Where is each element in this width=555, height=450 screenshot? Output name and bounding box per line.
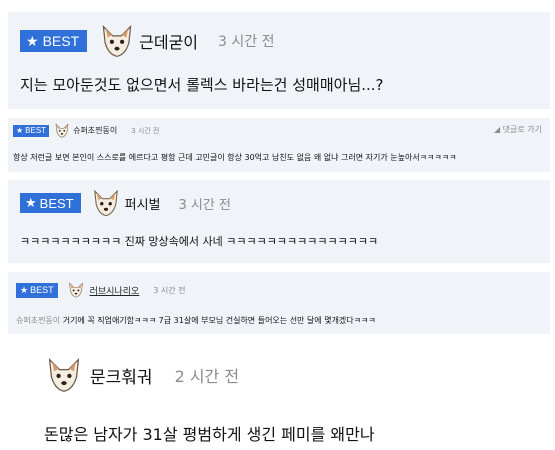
nickname[interactable]: 퍼시벌 <box>125 194 161 213</box>
timestamp: 2 시간 전 <box>174 367 240 386</box>
dog-avatar[interactable] <box>44 357 84 393</box>
reply-to-nickname[interactable]: 슈퍼초찐동이 <box>16 316 60 325</box>
comment-card: ★ BEST 퍼시벌 3 시간 전 ㅋㅋㅋㅋㅋㅋㅋㅋㅋㅋ 진짜 망상속에서 사네… <box>8 180 550 263</box>
comment-card: ★ BEST 러브시나리오 3 시간 전 슈퍼초찐동이 거기에 꼭 직업애기함ㅋ… <box>8 272 550 334</box>
dog-avatar[interactable] <box>99 24 135 58</box>
comment-header: ★ BEST 슈퍼초찐동이 3 시간 전 <box>13 123 159 138</box>
best-badge: ★ BEST <box>13 124 50 137</box>
comment-text: 항상 저런글 보면 본인이 스스로를 에르다고 평함 근데 고민글이 항상 30… <box>13 153 457 162</box>
dog-avatar[interactable] <box>54 123 70 138</box>
star-icon: ★ <box>26 32 39 49</box>
comment-text: 돈많은 남자가 31살 평범하게 생긴 페미를 왜만나 <box>44 425 375 444</box>
reply-icon: ◢ <box>493 125 501 134</box>
best-badge: ★ BEST <box>20 193 81 213</box>
star-icon: ★ <box>20 284 29 295</box>
dog-avatar[interactable] <box>66 282 86 298</box>
best-badge: ★ BEST <box>16 282 58 298</box>
timestamp: 3 시간 전 <box>218 34 275 50</box>
timestamp: 3 시간 전 <box>153 285 186 295</box>
comment-card: 문크훠궈 2 시간 전 돈많은 남자가 31살 평범하게 생긴 페미를 왜만나 <box>0 345 555 450</box>
comment-header: 문크훠궈 2 시간 전 <box>44 357 239 393</box>
comment-card: ★ BEST 슈퍼초찐동이 3 시간 전 ◢ 댓글로 가기 항상 저런글 보면 … <box>8 118 550 172</box>
comment-header: ★ BEST 러브시나리오 3 시간 전 <box>16 282 186 298</box>
comment-card: ★ BEST 근데굳이 3 시간 전 지는 모아둔것도 없으면서 롤렉스 바라는… <box>8 12 550 109</box>
nickname[interactable]: 러브시나리오 <box>90 284 140 297</box>
comment-text: ㅋㅋㅋㅋㅋㅋㅋㅋㅋㅋ 진짜 망상속에서 사네 ㅋㅋㅋㅋㅋㅋㅋㅋㅋㅋㅋㅋㅋㅋㅋ <box>20 235 379 248</box>
star-icon: ★ <box>25 195 37 210</box>
nickname[interactable]: 문크훠궈 <box>90 363 153 388</box>
reply-link[interactable]: ◢ 댓글로 가기 <box>494 124 542 135</box>
star-icon: ★ <box>16 126 24 135</box>
comment-text: 지는 모아둔것도 없으면서 롤렉스 바라는건 성매매아님...? <box>20 76 384 94</box>
dog-avatar[interactable] <box>91 189 121 217</box>
comment-text: 슈퍼초찐동이 거기에 꼭 직업애기함ㅋㅋㅋ 7급 31살에 부모님 건실하면 들… <box>16 316 376 325</box>
nickname[interactable]: 근데굳이 <box>139 29 198 53</box>
comment-header: ★ BEST 퍼시벌 3 시간 전 <box>20 189 231 217</box>
timestamp: 3 시간 전 <box>178 197 231 213</box>
comment-header: ★ BEST 근데굳이 3 시간 전 <box>20 24 274 58</box>
best-badge: ★ BEST <box>20 30 88 52</box>
nickname[interactable]: 슈퍼초찐동이 <box>73 125 117 136</box>
timestamp: 3 시간 전 <box>131 126 160 135</box>
